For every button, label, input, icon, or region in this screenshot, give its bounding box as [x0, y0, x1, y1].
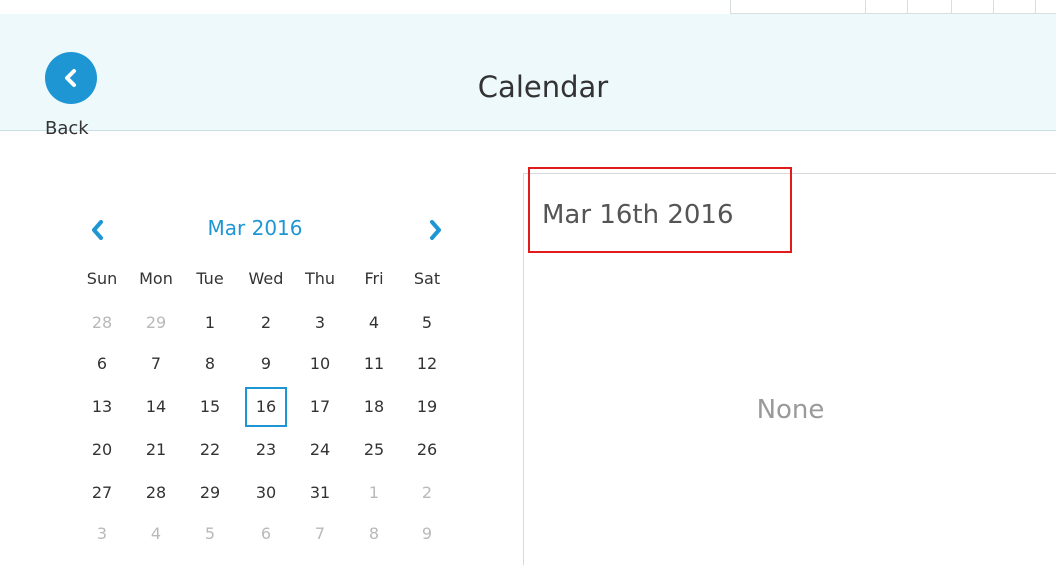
weekday-label: Sun — [86, 269, 118, 288]
day-cell[interactable]: 30 — [244, 483, 288, 502]
day-cell[interactable]: 14 — [134, 397, 178, 416]
day-cell[interactable]: 1 — [188, 313, 232, 332]
back-label: Back — [45, 118, 89, 139]
day-cell[interactable]: 24 — [298, 440, 342, 459]
next-month-button[interactable] — [424, 218, 446, 242]
day-cell[interactable]: 15 — [188, 397, 232, 416]
day-cell[interactable]: 31 — [298, 483, 342, 502]
day-cell[interactable]: 4 — [134, 524, 178, 543]
header-bar: Back Calendar — [0, 14, 1056, 139]
day-cell[interactable]: 2 — [244, 313, 288, 332]
no-events-text: None — [756, 395, 825, 425]
day-cell[interactable]: 21 — [134, 440, 178, 459]
weekday-label: Fri — [364, 269, 384, 288]
day-cell[interactable]: 18 — [352, 397, 396, 416]
day-cell[interactable]: 26 — [405, 440, 449, 459]
day-cell[interactable]: 1 — [352, 483, 396, 502]
weekday-label: Tue — [196, 269, 224, 288]
chevron-left-icon — [92, 220, 103, 240]
day-cell[interactable]: 7 — [134, 354, 178, 373]
weekday-label: Mon — [139, 269, 173, 288]
day-cell[interactable]: 7 — [298, 524, 342, 543]
prev-month-button[interactable] — [87, 218, 109, 242]
day-cell[interactable]: 6 — [244, 524, 288, 543]
day-cell[interactable]: 2 — [405, 483, 449, 502]
day-cell[interactable]: 8 — [352, 524, 396, 543]
day-cell[interactable]: 5 — [405, 313, 449, 332]
selected-date-heading: Mar 16th 2016 — [542, 200, 734, 230]
day-cell[interactable]: 10 — [298, 354, 342, 373]
day-cell[interactable]: 17 — [298, 397, 342, 416]
top-strip — [0, 0, 1056, 14]
chevron-right-icon — [430, 220, 441, 240]
month-year-label: Mar 2016 — [207, 216, 303, 240]
day-cell[interactable]: 29 — [134, 313, 178, 332]
day-cell[interactable]: 28 — [80, 313, 124, 332]
day-cell[interactable]: 5 — [188, 524, 232, 543]
day-cell[interactable]: 3 — [298, 313, 342, 332]
weekday-label: Sat — [413, 269, 441, 288]
day-cell[interactable]: 11 — [352, 354, 396, 373]
event-panel: Mar 16th 2016 None — [523, 167, 1056, 565]
day-cell[interactable]: 27 — [80, 483, 124, 502]
weekday-label: Thu — [304, 269, 336, 288]
weekday-label: Wed — [248, 269, 284, 288]
day-cell[interactable]: 9 — [244, 354, 288, 373]
day-cell[interactable]: 19 — [405, 397, 449, 416]
day-cell[interactable]: 12 — [405, 354, 449, 373]
day-cell[interactable]: 8 — [188, 354, 232, 373]
selected-day-cell[interactable]: 16 — [244, 387, 288, 427]
day-cell[interactable]: 23 — [244, 440, 288, 459]
day-cell[interactable]: 4 — [352, 313, 396, 332]
page-title: Calendar — [477, 70, 609, 104]
day-cell[interactable]: 29 — [188, 483, 232, 502]
day-cell[interactable]: 3 — [80, 524, 124, 543]
day-cell[interactable]: 6 — [80, 354, 124, 373]
day-cell[interactable]: 9 — [405, 524, 449, 543]
day-cell[interactable]: 13 — [80, 397, 124, 416]
day-cell[interactable]: 25 — [352, 440, 396, 459]
day-cell[interactable]: 28 — [134, 483, 178, 502]
day-cell[interactable]: 22 — [188, 440, 232, 459]
day-cell[interactable]: 20 — [80, 440, 124, 459]
top-toolbar-cells — [730, 0, 1056, 14]
